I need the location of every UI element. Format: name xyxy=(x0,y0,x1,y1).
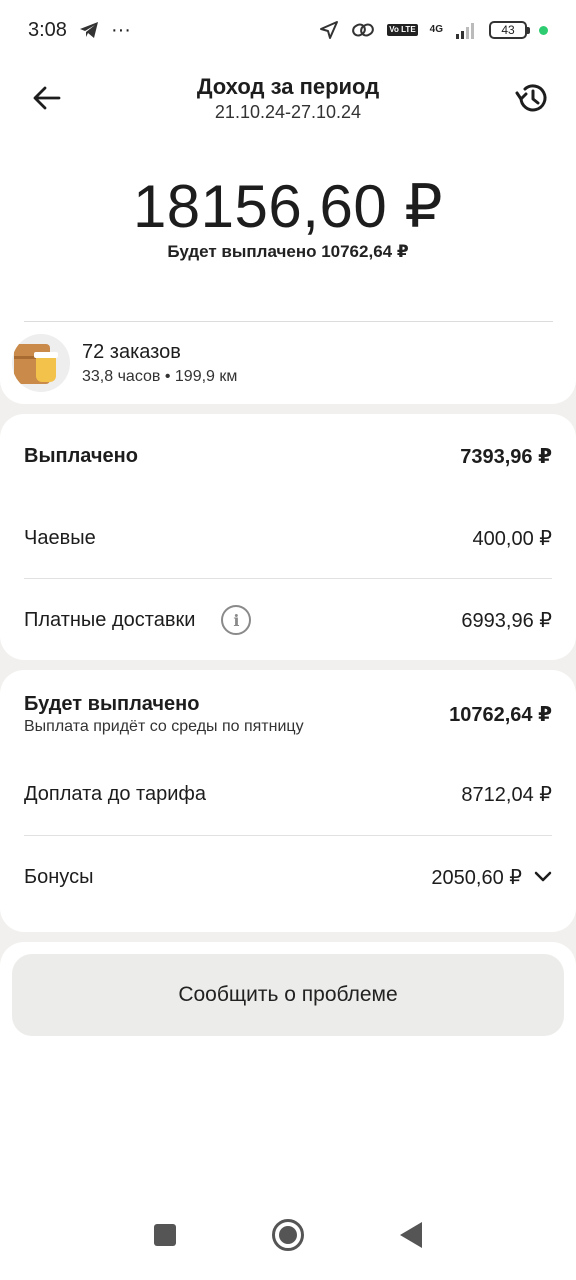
home-icon[interactable] xyxy=(272,1219,304,1251)
status-time: 3:08 xyxy=(28,18,67,41)
report-problem-button[interactable]: Сообщить о проблеме xyxy=(12,954,564,1036)
link-icon xyxy=(351,21,375,39)
privacy-indicator-icon xyxy=(539,25,548,35)
signal-icon xyxy=(455,21,477,39)
back-nav-icon[interactable] xyxy=(400,1222,422,1248)
bonus-value: 2050,60 ₽ xyxy=(431,866,522,889)
header-titles: Доход за период 21.10.24-27.10.24 xyxy=(0,74,576,123)
more-notifications-icon: ··· xyxy=(110,18,131,41)
bonus-value-group: 2050,60 ₽ xyxy=(431,865,552,890)
orders-count: 72 заказов xyxy=(82,340,181,363)
future-total-value: 10762,64 ₽ xyxy=(449,703,552,726)
total-income-amount: 18156,60 ₽ xyxy=(132,173,444,240)
status-bar: 3:08 ··· Vo LTE 4G 43 xyxy=(0,0,576,60)
location-icon xyxy=(319,20,339,40)
orders-meta: 33,8 часов • 199,9 км xyxy=(82,367,238,385)
future-payout-card: Будет выплачено Выплата придёт со среды … xyxy=(0,670,576,932)
report-card: Сообщить о проблеме xyxy=(0,942,576,1072)
paid-title: Выплачено xyxy=(24,444,138,467)
page-title: Доход за период xyxy=(196,74,380,99)
surcharge-row: Доплата до тарифа 8712,04 ₽ xyxy=(24,774,552,814)
history-icon xyxy=(515,84,547,112)
future-subtitle: Выплата придёт со среды по пятницу xyxy=(24,717,304,735)
future-title: Будет выплачено xyxy=(24,692,200,715)
surcharge-label: Доплата до тарифа xyxy=(24,782,206,805)
divider xyxy=(24,835,552,836)
tips-value: 400,00 ₽ xyxy=(472,527,552,550)
paid-total-row: Выплачено 7393,96 ₽ xyxy=(24,436,552,476)
tips-row: Чаевые 400,00 ₽ xyxy=(24,518,552,558)
total-section: 18156,60 ₽ Будет выплачено 10762,64 ₽ xyxy=(0,172,576,262)
paid-total-value: 7393,96 ₽ xyxy=(460,445,552,468)
info-icon[interactable]: i xyxy=(221,605,252,635)
recent-apps-icon[interactable] xyxy=(154,1224,176,1246)
period-range: 21.10.24-27.10.24 xyxy=(214,102,362,122)
future-title-group: Будет выплачено Выплата придёт со среды … xyxy=(24,693,304,736)
paid-deliveries-value: 6993,96 ₽ xyxy=(461,609,552,632)
battery-icon: 43 xyxy=(489,21,530,39)
bonus-row[interactable]: Бонусы 2050,60 ₽ xyxy=(24,857,552,897)
network-type: 4G xyxy=(429,24,443,35)
volte-icon: Vo LTE xyxy=(387,24,418,36)
status-left: 3:08 ··· xyxy=(28,19,131,42)
paid-deliveries-label: Платные доставки xyxy=(24,608,196,631)
surcharge-value: 8712,04 ₽ xyxy=(461,783,552,806)
paid-card: Выплачено 7393,96 ₽ Чаевые 400,00 ₽ Плат… xyxy=(0,414,576,660)
orders-summary[interactable]: 72 заказов 33,8 часов • 199,9 км xyxy=(0,322,576,404)
header: Доход за период 21.10.24-27.10.24 xyxy=(0,66,576,130)
orders-illustration xyxy=(12,334,70,392)
tips-label: Чаевые xyxy=(24,526,96,549)
cup-illustration xyxy=(34,352,58,382)
chevron-down-icon[interactable] xyxy=(534,871,552,883)
future-total-row: Будет выплачено Выплата придёт со среды … xyxy=(24,688,552,740)
bonus-label: Бонусы xyxy=(24,865,94,888)
orders-info: 72 заказов 33,8 часов • 199,9 км xyxy=(82,341,237,386)
paid-deliveries-label-group: Платные доставки i xyxy=(24,605,252,635)
divider xyxy=(24,578,552,579)
total-payout-note: Будет выплачено 10762,64 ₽ xyxy=(167,242,409,261)
status-right: Vo LTE 4G 43 xyxy=(319,20,548,40)
system-nav-bar xyxy=(0,1190,576,1280)
history-button[interactable] xyxy=(510,76,554,120)
paid-deliveries-row: Платные доставки i 6993,96 ₽ xyxy=(24,600,552,640)
telegram-icon xyxy=(79,21,99,39)
